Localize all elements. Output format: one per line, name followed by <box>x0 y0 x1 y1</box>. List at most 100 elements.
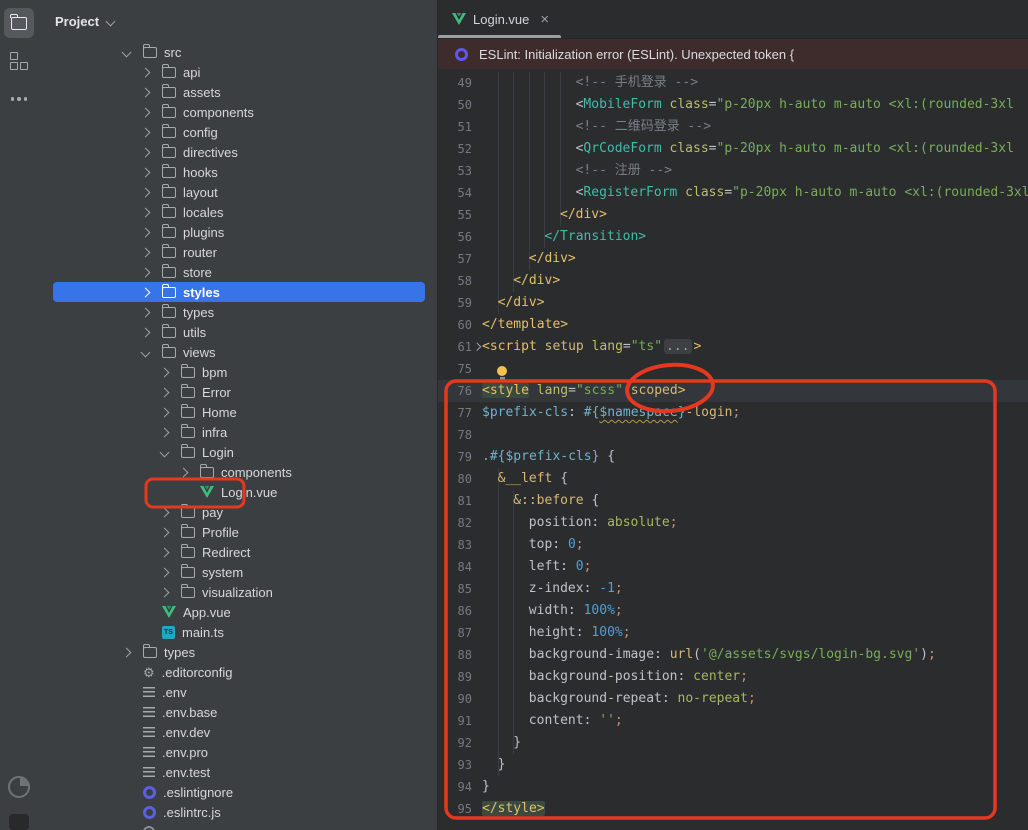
editor-area[interactable]: Login.vue ESLint: Initialization error (… <box>438 0 1028 830</box>
tree-item-infra[interactable]: infra <box>38 422 437 442</box>
code-editor[interactable]: 49<!-- 手机登录 -->50<MobileForm class="p-20… <box>438 69 1028 820</box>
code-line-91[interactable]: 91content: ''; <box>438 710 1028 732</box>
chevron-right-icon[interactable] <box>160 547 170 557</box>
code-line-85[interactable]: 85z-index: -1; <box>438 578 1028 600</box>
code-line-79[interactable]: 79.#{$prefix-cls} { <box>438 446 1028 468</box>
tree-item-system[interactable]: system <box>38 562 437 582</box>
chevron-right-icon[interactable] <box>141 67 151 77</box>
tree-item-login[interactable]: Login <box>38 442 437 462</box>
tree-item-partial[interactable] <box>38 822 437 830</box>
more-tools-button[interactable] <box>4 84 34 114</box>
code-line-57[interactable]: 57</div> <box>438 248 1028 270</box>
code-line-93[interactable]: 93} <box>438 754 1028 776</box>
tree-item--env[interactable]: .env <box>38 682 437 702</box>
chevron-right-icon[interactable] <box>179 467 189 477</box>
chevron-right-icon[interactable] <box>141 247 151 257</box>
tree-item-error[interactable]: Error <box>38 382 437 402</box>
chevron-right-icon[interactable] <box>141 287 151 297</box>
tree-item-assets[interactable]: assets <box>38 82 437 102</box>
project-panel-header[interactable]: Project <box>38 0 437 42</box>
chevron-down-icon[interactable] <box>141 347 151 357</box>
tree-item--eslintrc-js[interactable]: .eslintrc.js <box>38 802 437 822</box>
tree-item--eslintignore[interactable]: .eslintignore <box>38 782 437 802</box>
tree-item-locales[interactable]: locales <box>38 202 437 222</box>
code-line-58[interactable]: 58</div> <box>438 270 1028 292</box>
code-line-89[interactable]: 89background-position: center; <box>438 666 1028 688</box>
tree-item-app-vue[interactable]: App.vue <box>38 602 437 622</box>
code-line-92[interactable]: 92} <box>438 732 1028 754</box>
code-line-56[interactable]: 56</Transition> <box>438 226 1028 248</box>
chevron-right-icon[interactable] <box>122 647 132 657</box>
code-line-81[interactable]: 81&::before { <box>438 490 1028 512</box>
chevron-right-icon[interactable] <box>141 227 151 237</box>
code-line-54[interactable]: 54<RegisterForm class="p-20px h-auto m-a… <box>438 182 1028 204</box>
tree-item-main-ts[interactable]: main.ts <box>38 622 437 642</box>
code-line-59[interactable]: 59</div> <box>438 292 1028 314</box>
code-line-95[interactable]: 95</style> <box>438 798 1028 820</box>
tree-item--env-pro[interactable]: .env.pro <box>38 742 437 762</box>
tree-item-styles[interactable]: styles <box>53 282 425 302</box>
tree-item--env-test[interactable]: .env.test <box>38 762 437 782</box>
code-line-75[interactable]: 75 <box>438 358 1028 380</box>
tree-item-layout[interactable]: layout <box>38 182 437 202</box>
tree-item-store[interactable]: store <box>38 262 437 282</box>
chevron-right-icon[interactable] <box>141 327 151 337</box>
code-line-87[interactable]: 87height: 100%; <box>438 622 1028 644</box>
code-line-82[interactable]: 82position: absolute; <box>438 512 1028 534</box>
chevron-right-icon[interactable] <box>141 167 151 177</box>
code-line-88[interactable]: 88background-image: url('@/assets/svgs/l… <box>438 644 1028 666</box>
tree-item--env-dev[interactable]: .env.dev <box>38 722 437 742</box>
tab-login-vue[interactable]: Login.vue <box>438 0 561 38</box>
tree-item-config[interactable]: config <box>38 122 437 142</box>
code-line-77[interactable]: 77$prefix-cls: #{$namespace}-login; <box>438 402 1028 424</box>
tree-item-visualization[interactable]: visualization <box>38 582 437 602</box>
chevron-right-icon[interactable] <box>160 567 170 577</box>
code-line-78[interactable]: 78 <box>438 424 1028 446</box>
code-line-53[interactable]: 53<!-- 注册 --> <box>438 160 1028 182</box>
tree-item--editorconfig[interactable]: .editorconfig <box>38 662 437 682</box>
tree-item-directives[interactable]: directives <box>38 142 437 162</box>
code-line-80[interactable]: 80&__left { <box>438 468 1028 490</box>
code-line-94[interactable]: 94} <box>438 776 1028 798</box>
code-line-83[interactable]: 83top: 0; <box>438 534 1028 556</box>
chevron-right-icon[interactable] <box>141 207 151 217</box>
code-line-51[interactable]: 51<!-- 二维码登录 --> <box>438 116 1028 138</box>
chevron-right-icon[interactable] <box>160 587 170 597</box>
tree-item-types[interactable]: types <box>38 302 437 322</box>
code-line-61[interactable]: 61<script setup lang="ts"...> <box>438 336 1028 358</box>
code-line-76[interactable]: 76<style lang="scss" scoped> <box>438 380 1028 402</box>
chevron-right-icon[interactable] <box>160 427 170 437</box>
tree-item-components[interactable]: components <box>38 462 437 482</box>
chevron-right-icon[interactable] <box>141 127 151 137</box>
tree-item-redirect[interactable]: Redirect <box>38 542 437 562</box>
tree-item-api[interactable]: api <box>38 62 437 82</box>
chevron-right-icon[interactable] <box>160 527 170 537</box>
chevron-right-icon[interactable] <box>141 87 151 97</box>
chevron-down-icon[interactable] <box>122 47 132 57</box>
tree-item-src[interactable]: src <box>38 42 437 62</box>
code-line-52[interactable]: 52<QrCodeForm class="p-20px h-auto m-aut… <box>438 138 1028 160</box>
tree-item-plugins[interactable]: plugins <box>38 222 437 242</box>
tree-item-views[interactable]: views <box>38 342 437 362</box>
code-line-55[interactable]: 55</div> <box>438 204 1028 226</box>
tree-item-login-vue[interactable]: Login.vue <box>38 482 437 502</box>
fold-marker-icon[interactable] <box>473 343 481 351</box>
tree-item-home[interactable]: Home <box>38 402 437 422</box>
tree-item-profile[interactable]: Profile <box>38 522 437 542</box>
chevron-right-icon[interactable] <box>141 107 151 117</box>
chevron-right-icon[interactable] <box>141 307 151 317</box>
chevron-right-icon[interactable] <box>141 187 151 197</box>
tree-item-pay[interactable]: pay <box>38 502 437 522</box>
tree-item-components[interactable]: components <box>38 102 437 122</box>
chevron-right-icon[interactable] <box>141 147 151 157</box>
chevron-right-icon[interactable] <box>160 507 170 517</box>
intention-bulb-icon[interactable] <box>497 366 507 376</box>
tree-item-hooks[interactable]: hooks <box>38 162 437 182</box>
tab-close-icon[interactable] <box>540 12 549 27</box>
tree-item--env-base[interactable]: .env.base <box>38 702 437 722</box>
tree-item-utils[interactable]: utils <box>38 322 437 342</box>
code-line-86[interactable]: 86width: 100%; <box>438 600 1028 622</box>
partial-bottom-tool-icon[interactable] <box>9 814 29 830</box>
profiler-tool-button[interactable] <box>4 772 34 802</box>
code-line-84[interactable]: 84left: 0; <box>438 556 1028 578</box>
